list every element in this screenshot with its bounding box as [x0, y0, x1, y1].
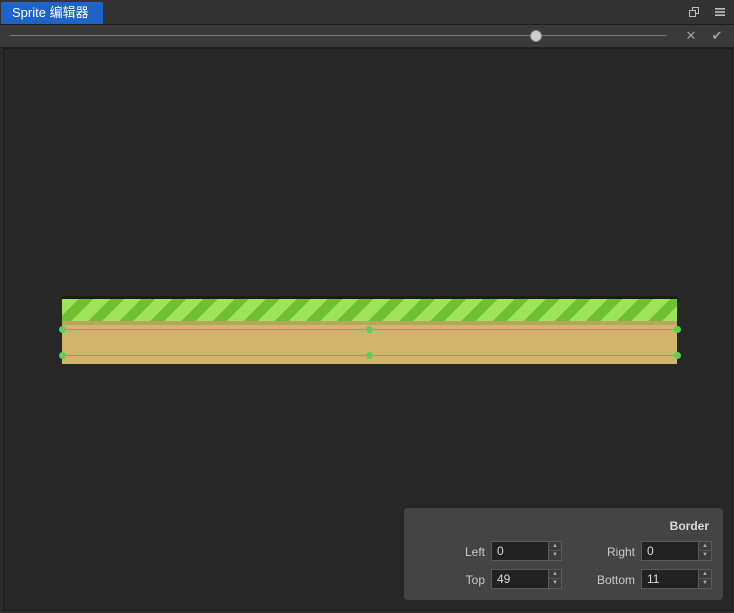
- border-panel-title: Border: [669, 519, 709, 533]
- guide-handle-bottom-center[interactable]: [366, 352, 373, 359]
- top-input[interactable]: [492, 570, 555, 588]
- title-bar: Sprite 编辑器: [0, 0, 734, 25]
- zoom-slider-thumb[interactable]: [529, 30, 542, 42]
- top-step-up-button[interactable]: ▲: [549, 570, 561, 579]
- guide-handle-bottom-right[interactable]: [674, 352, 681, 359]
- window-restore-icon[interactable]: [686, 4, 702, 20]
- left-step-up-button[interactable]: ▲: [549, 542, 561, 551]
- right-input[interactable]: [642, 542, 705, 560]
- bottom-input[interactable]: [642, 570, 705, 588]
- close-icon: ✕: [685, 28, 697, 43]
- guide-handle-top-center[interactable]: [366, 326, 373, 333]
- bottom-stepper[interactable]: ▲ ▼: [698, 570, 711, 588]
- right-label: Right: [606, 545, 635, 559]
- bottom-label: Bottom: [596, 573, 635, 587]
- right-step-down-button[interactable]: ▼: [699, 551, 711, 560]
- right-stepper[interactable]: ▲ ▼: [698, 542, 711, 560]
- bottom-step-down-button[interactable]: ▼: [699, 579, 711, 588]
- toolbar: ✕ ✔: [0, 25, 734, 48]
- top-field[interactable]: ▲ ▼: [491, 569, 562, 589]
- confirm-button[interactable]: ✔: [709, 28, 725, 44]
- checkmark-icon: ✔: [711, 28, 723, 43]
- left-step-down-button[interactable]: ▼: [549, 551, 561, 560]
- top-label: Top: [465, 573, 485, 587]
- left-field[interactable]: ▲ ▼: [491, 541, 562, 561]
- hamburger-menu-icon[interactable]: [712, 4, 728, 20]
- left-label: Left: [464, 545, 485, 559]
- left-input[interactable]: [492, 542, 555, 560]
- guide-handle-bottom-left[interactable]: [59, 352, 66, 359]
- tab-sprite-editor[interactable]: Sprite 编辑器: [1, 2, 103, 24]
- border-panel: Border Left ▲ ▼ Right ▲ ▼ Top ▲ ▼ Bottom…: [404, 508, 723, 600]
- left-stepper[interactable]: ▲ ▼: [548, 542, 561, 560]
- top-stepper[interactable]: ▲ ▼: [548, 570, 561, 588]
- guide-handle-top-left[interactable]: [59, 326, 66, 333]
- top-step-down-button[interactable]: ▼: [549, 579, 561, 588]
- guide-handle-top-right[interactable]: [674, 326, 681, 333]
- bottom-field[interactable]: ▲ ▼: [641, 569, 712, 589]
- right-step-up-button[interactable]: ▲: [699, 542, 711, 551]
- right-field[interactable]: ▲ ▼: [641, 541, 712, 561]
- bottom-step-up-button[interactable]: ▲: [699, 570, 711, 579]
- zoom-slider-track[interactable]: [10, 35, 667, 36]
- cancel-button[interactable]: ✕: [683, 28, 699, 44]
- sprite-grass: [62, 299, 677, 321]
